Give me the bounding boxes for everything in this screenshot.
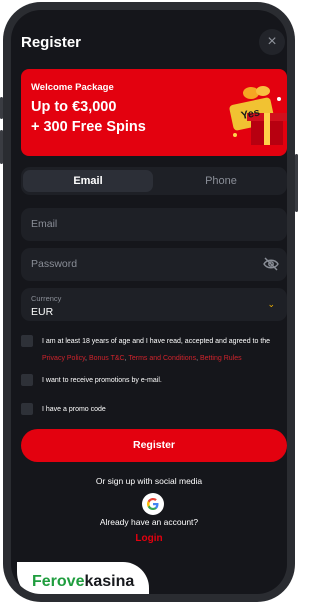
banner-headline: Up to €3,000 + 300 Free Spins (31, 97, 146, 137)
login-link[interactable]: Login (11, 533, 287, 544)
hide-password-icon[interactable] (263, 257, 279, 271)
password-placeholder: Password (31, 258, 78, 270)
currency-select[interactable]: Currency EUR ⌄ (21, 288, 287, 321)
brand-logo: Ferovekasina (17, 562, 149, 594)
page-title: Register (21, 34, 82, 51)
already-have-account-text: Already have an account? (99, 517, 199, 527)
legal-links: Privacy Policy, Bonus T&C, Terms and Con… (42, 355, 242, 362)
banner-line-1: Up to €3,000 (31, 99, 117, 115)
privacy-policy-link[interactable]: Privacy Policy (42, 355, 85, 362)
password-field[interactable]: Password (21, 248, 287, 281)
banner-line-2: + 300 Free Spins (31, 119, 146, 135)
bonus-tc-link[interactable]: Bonus T&C (89, 355, 125, 362)
betting-rules-link[interactable]: Betting Rules (200, 355, 242, 362)
close-button[interactable]: × (259, 29, 285, 55)
phone-frame: Register × Welcome Package Up to €3,000 … (0, 2, 298, 602)
email-field[interactable]: Email (21, 208, 287, 241)
social-signup-text: Or sign up with social media (95, 476, 203, 486)
chevron-down-icon: ⌄ (267, 299, 275, 309)
tab-phone[interactable]: Phone (157, 170, 285, 192)
banner-subtitle: Welcome Package (31, 82, 114, 93)
welcome-banner[interactable]: Welcome Package Up to €3,000 + 300 Free … (21, 69, 287, 156)
auth-method-tabs: Email Phone (21, 167, 287, 195)
email-placeholder: Email (31, 218, 58, 230)
promo-code-checkbox[interactable] (21, 403, 33, 415)
age-consent-checkbox[interactable] (21, 335, 33, 347)
promo-email-checkbox[interactable] (21, 374, 33, 386)
tab-email[interactable]: Email (23, 170, 153, 192)
google-signup-button[interactable] (142, 493, 164, 515)
age-consent-text: I am at least 18 years of age and I have… (42, 338, 271, 345)
brand-logo-text: Ferovekasina (32, 573, 135, 590)
promo-code-text: I have a promo code (42, 406, 106, 413)
gift-box-icon: Yes (229, 86, 287, 145)
currency-value: EUR (31, 306, 54, 318)
google-icon (147, 498, 159, 510)
promo-email-text: I want to receive promotions by e-mail. (42, 377, 162, 384)
currency-label: Currency (31, 294, 62, 303)
close-icon: × (267, 33, 277, 50)
terms-link[interactable]: Terms and Conditions (128, 355, 196, 362)
phone-side-button (0, 97, 3, 119)
phone-side-button (0, 130, 3, 164)
screen: Register × Welcome Package Up to €3,000 … (11, 10, 287, 594)
register-button[interactable]: Register (21, 429, 287, 462)
phone-side-button (295, 154, 298, 212)
